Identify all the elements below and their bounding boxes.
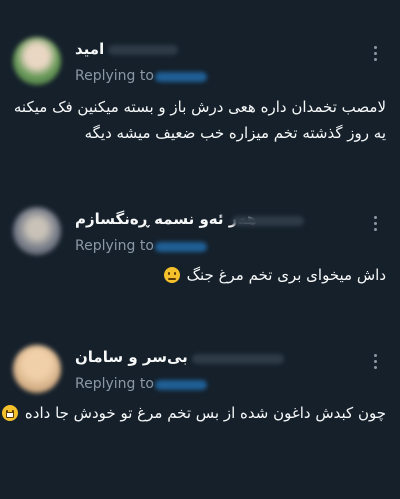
reply-to-handle[interactable] — [155, 72, 207, 82]
grinning-sweat-emoji-icon — [2, 405, 19, 421]
reply-to-handle[interactable] — [155, 242, 207, 252]
tweet-text-line: داش میخوای بری تخم مرغ جنگ — [162, 266, 386, 284]
display-name[interactable]: بی‌سر و سامان — [75, 348, 188, 366]
avatar[interactable] — [13, 37, 61, 85]
more-options-icon[interactable] — [374, 354, 378, 369]
replying-to-label: Replying to — [75, 238, 154, 254]
username-handle[interactable] — [192, 354, 284, 364]
tweet-text: داش میخوای بری تخم مرغ جنگ — [186, 266, 386, 284]
more-options-icon[interactable] — [374, 46, 378, 61]
more-options-icon[interactable] — [374, 216, 378, 231]
replying-to-label: Replying to — [75, 68, 154, 84]
tweet-text: چون کبدش داغون شده از بس تخم مرغ تو خودش… — [24, 404, 386, 422]
reply-tweet-3[interactable]: بی‌سر و سامان Replying to چون کبدش داغون… — [0, 330, 400, 499]
avatar[interactable] — [13, 207, 61, 255]
avatar[interactable] — [13, 345, 61, 393]
reply-tweet-1[interactable]: امید Replying to لامصب تخمدان داره هعی د… — [0, 0, 400, 160]
username-handle[interactable] — [108, 45, 178, 55]
replying-to-label: Replying to — [75, 376, 154, 392]
username-handle[interactable] — [232, 216, 304, 226]
slight-frown-emoji-icon — [163, 267, 180, 283]
display-name[interactable]: امید — [75, 40, 104, 58]
reply-tweet-2[interactable]: هەر ئەو نسمە ڕەنگسازم Replying to داش می… — [0, 160, 400, 330]
tweet-text-line: چون کبدش داغون شده از بس تخم مرغ تو خودش… — [0, 404, 386, 422]
tweet-text-line: لامصب تخمدان داره هعی درش باز و بسته میک… — [13, 98, 386, 116]
reply-to-handle[interactable] — [155, 380, 207, 390]
display-name[interactable]: هەر ئەو نسمە ڕەنگسازم — [75, 210, 257, 228]
tweet-text-line: یه روز گذشته تخم میزاره خب ضعیف میشه دیگ… — [84, 124, 386, 142]
